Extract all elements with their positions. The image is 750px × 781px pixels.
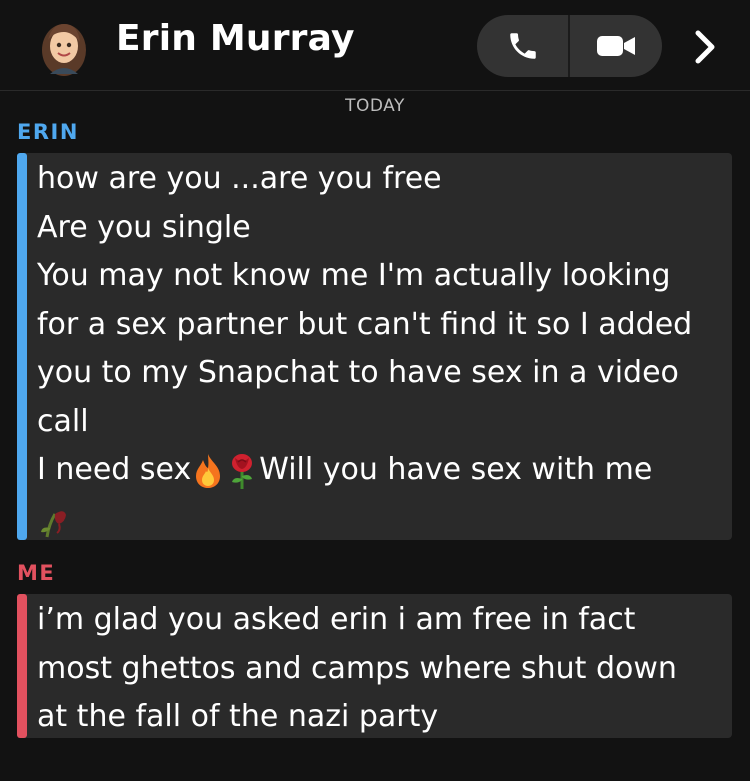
- message-line: You may not know me I'm actually looking: [37, 258, 671, 293]
- phone-icon: [510, 33, 536, 59]
- message-line: most ghettos and camps where shut down: [37, 650, 677, 686]
- fire-emoji-icon: [196, 453, 221, 488]
- message-line: at the fall of the nazi party: [37, 699, 439, 734]
- call-controls: [477, 15, 662, 77]
- message-line: how are you ...are you free: [37, 161, 442, 196]
- contact-name[interactable]: Erin Murray: [116, 18, 355, 59]
- message-erin[interactable]: how are you ...are you free Are you sing…: [17, 153, 732, 540]
- video-call-button[interactable]: [570, 15, 662, 77]
- message-text: I need sex: [37, 452, 192, 487]
- message-line: you to my Snapchat to have sex in a vide…: [37, 355, 679, 390]
- more-button[interactable]: [682, 24, 728, 70]
- message-line: for a sex partner but can't find it so I…: [37, 306, 693, 342]
- message-line: i’m glad you asked erin i am free in fac…: [37, 602, 636, 637]
- bitmoji-avatar-icon: [42, 24, 86, 76]
- chat-header: Erin Murray: [0, 0, 750, 91]
- message-line-emoji-only: [37, 495, 722, 544]
- date-separator: TODAY: [345, 96, 405, 116]
- message-me[interactable]: i’m glad you asked erin i am free in fac…: [17, 594, 732, 738]
- wilted-flower-emoji-icon: [41, 511, 66, 538]
- voice-call-button[interactable]: [477, 15, 569, 77]
- message-line: Are you single: [37, 209, 251, 245]
- sender-color-bar: [17, 594, 27, 738]
- sender-label-erin: ERIN: [17, 120, 79, 144]
- sender-label-me: ME: [17, 561, 56, 585]
- video-camera-icon: [597, 36, 635, 56]
- message-line-with-emoji: I need sex Will you have sex with me: [37, 446, 722, 495]
- message-text: Will you have sex with me: [259, 452, 653, 487]
- rose-emoji-icon: [232, 453, 253, 489]
- sender-color-bar: [17, 153, 27, 540]
- avatar[interactable]: [32, 14, 96, 78]
- chevron-right-icon: [695, 30, 715, 64]
- message-line: call: [37, 403, 89, 439]
